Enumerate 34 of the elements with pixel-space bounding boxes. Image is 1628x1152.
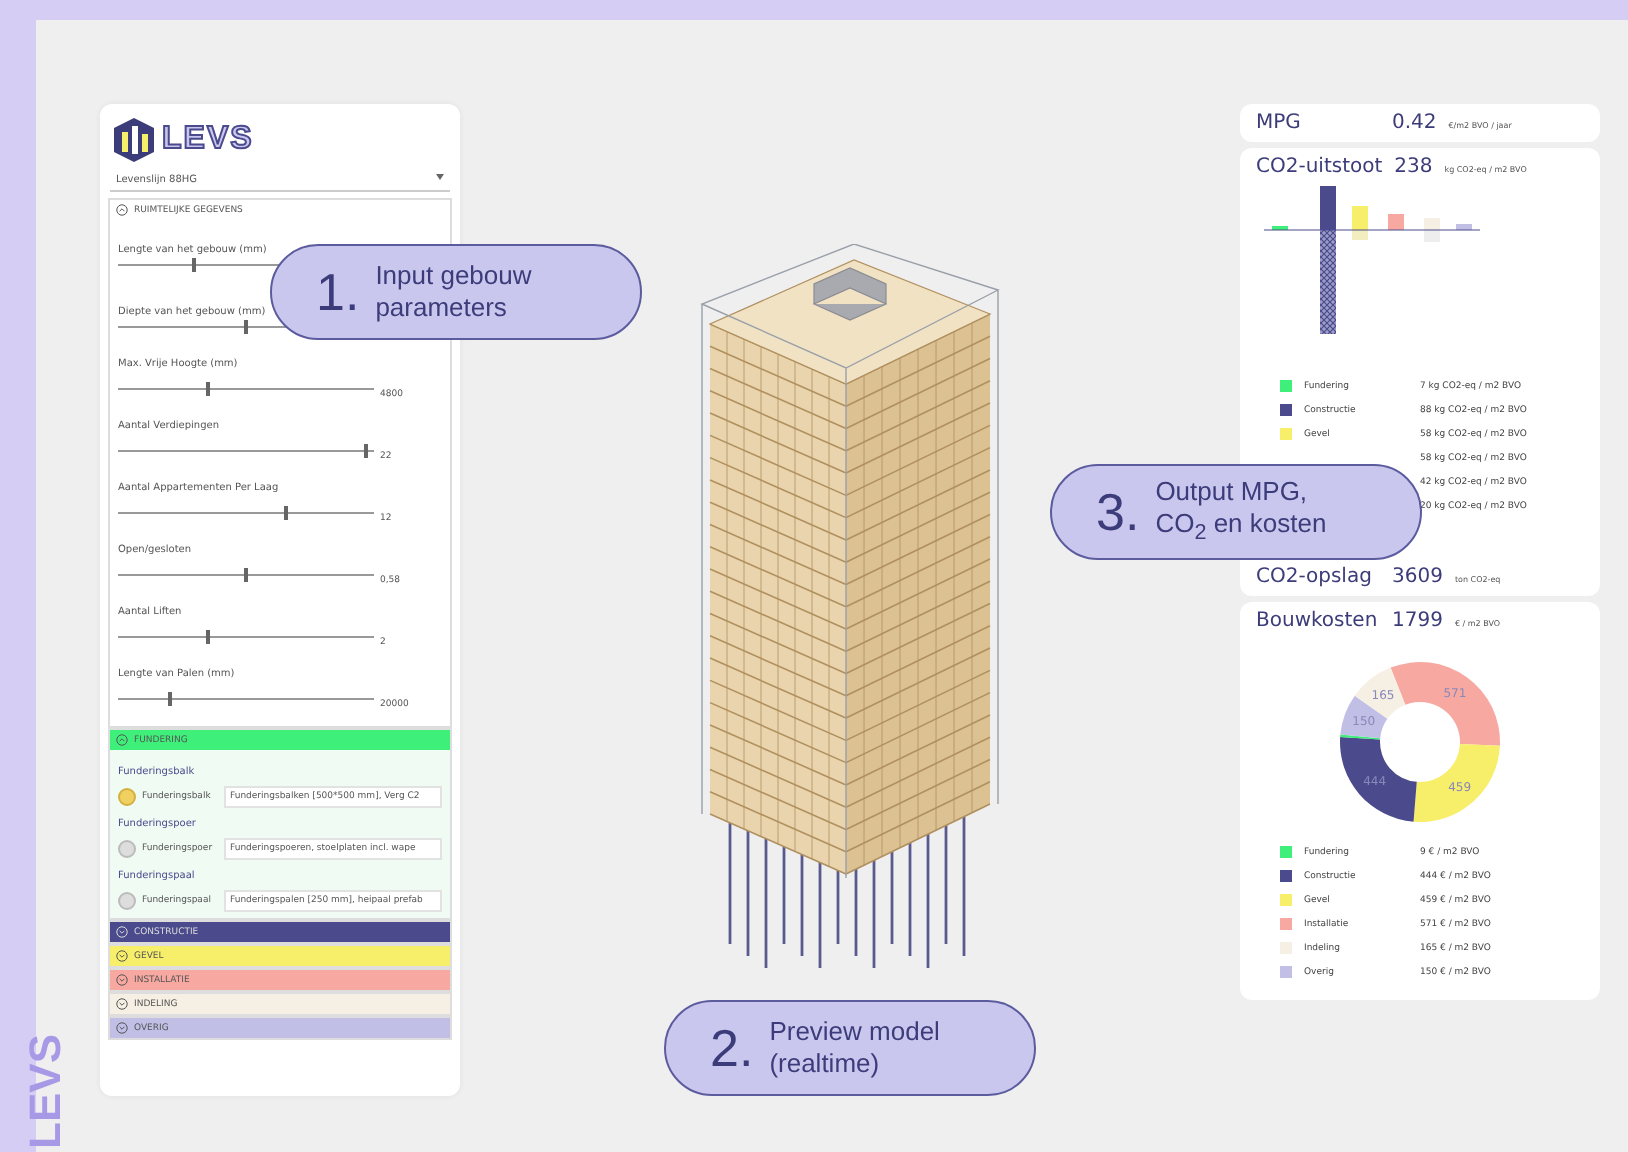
mpg-label: MPG [1256,112,1303,134]
callout-number: 1. [316,261,360,323]
radio-button[interactable] [118,892,136,910]
mpg-value: 0.42 [1392,112,1437,134]
collapse-icon[interactable] [116,734,128,746]
slider-thumb[interactable] [364,444,369,458]
slider-thumb[interactable] [284,506,289,520]
slider-thumb[interactable] [167,692,172,706]
side-label: LEVS [20,1033,72,1148]
donut-slice [1413,743,1500,822]
callout-text: Input gebouw parameters [375,260,532,324]
callout-number: 2. [710,1017,754,1079]
co2-label: CO2-uitstoot [1256,156,1383,178]
costs-label: Bouwkosten [1256,610,1380,632]
slider-thumb[interactable] [205,630,210,644]
expand-icon[interactable] [116,1022,128,1034]
expand-icon[interactable] [116,974,128,986]
radio-button[interactable] [118,788,136,806]
collapse-icon[interactable] [116,204,128,216]
co2-value: 238 [1394,156,1433,178]
callout-text: Output MPG, CO$_{2}$ en kosten [1155,475,1327,549]
co2-storage-value: 3609 [1392,566,1443,588]
logo-text: LEVS [162,122,254,158]
expand-icon[interactable] [116,950,128,962]
co2-storage-label: CO2-opslag [1256,566,1374,588]
callout-text: Preview model (realtime) [769,1016,940,1080]
radio-button[interactable] [118,840,136,858]
slider-thumb[interactable] [192,258,197,272]
costs-value: 1799 [1392,610,1443,632]
caret-icon [436,174,444,180]
callout-number: 3. [1096,481,1140,543]
expand-icon[interactable] [116,998,128,1010]
slider-thumb[interactable] [205,382,210,396]
logo-icon [112,116,156,164]
